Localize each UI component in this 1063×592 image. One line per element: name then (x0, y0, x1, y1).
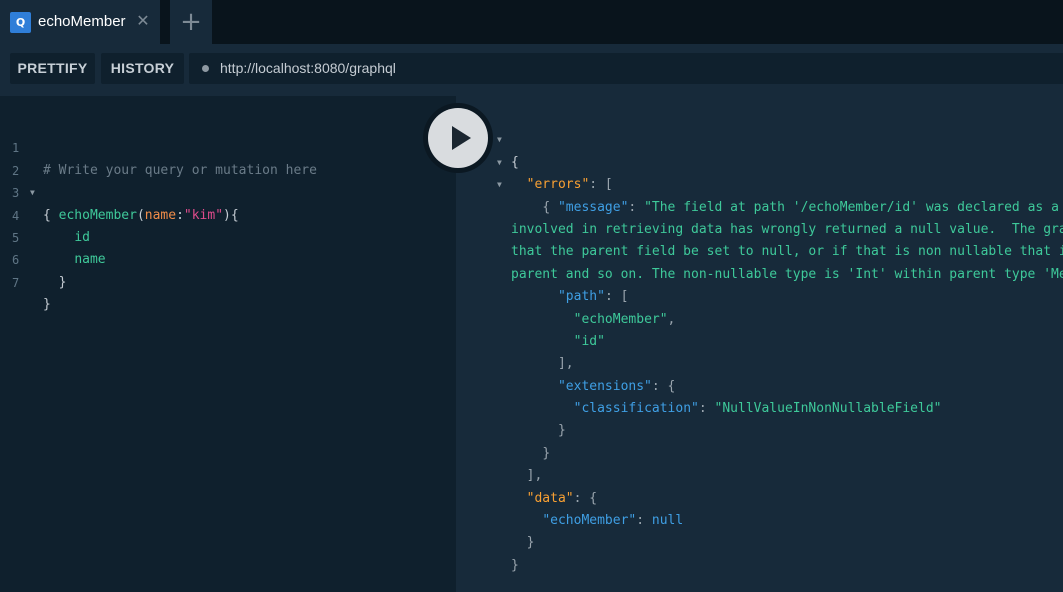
result-line: ], (557, 356, 574, 372)
close-icon[interactable]: ✕ (134, 10, 152, 32)
editor-line: 7 } (0, 249, 456, 312)
tab-echomember[interactable]: Q echoMember ✕ (0, 0, 160, 44)
result-line: } (511, 557, 519, 573)
result-line: } (557, 423, 566, 439)
editor-line: 6 } (0, 227, 456, 289)
result-viewer: ▼ { ▼ "errors": [ ▼ { "message": "The fi… (456, 96, 1063, 592)
editor-line: 1 # Write your query or mutation here (0, 115, 456, 177)
editor-line: 5 name (0, 205, 456, 267)
tab-title: echoMember (38, 13, 126, 30)
result-line: } (542, 445, 551, 461)
result-line: that the parent field be set to null, or… (456, 219, 1063, 259)
status-dot-icon (202, 65, 209, 72)
result-line: ▼ { (456, 152, 1063, 214)
result-line: ], (526, 468, 543, 484)
result-line: "id" (456, 309, 1063, 349)
result-line: "path": [ (557, 289, 629, 305)
query-editor[interactable]: 1 # Write your query or mutation here 2 … (0, 96, 456, 592)
add-tab-button[interactable]: + (170, 0, 212, 44)
result-line: "data": { (526, 490, 598, 506)
history-button[interactable]: HISTORY (101, 53, 184, 84)
result-line: "extensions": { (557, 378, 676, 394)
endpoint-url[interactable]: http://localhost:8080/graphql (220, 53, 396, 84)
line-number: 7 (12, 275, 20, 290)
tab-bar: Q echoMember ✕ + (0, 0, 1063, 44)
result-line: } (526, 535, 535, 551)
close-brace: } (58, 274, 67, 290)
toolbar: PRETTIFY HISTORY http://localhost:8080/g… (0, 44, 1063, 96)
result-line: ▼ { (456, 107, 1063, 169)
endpoint-url-bar[interactable]: http://localhost:8080/graphql (189, 53, 1063, 84)
editor-line: 2 ▼ { (0, 137, 456, 223)
query-badge-icon: Q (10, 12, 31, 33)
editor-line: 4 id (0, 182, 456, 245)
close-brace: } (43, 297, 51, 313)
result-line: "classification": "NullValueInNonNullabl… (573, 401, 942, 417)
result-line: ▼ "errors": [ (456, 129, 1063, 192)
result-line: involved in retrieving data has wrongly … (456, 197, 1063, 237)
execute-query-button[interactable] (423, 103, 493, 173)
result-line: "message": "The field at path '/echoMemb… (456, 174, 1063, 215)
result-line: "echoMember": null (542, 513, 684, 529)
prettify-button[interactable]: PRETTIFY (10, 53, 95, 84)
result-line: "echoMember", (573, 311, 676, 327)
editor-line: 3 echoMember(name:"kim"){ (0, 160, 456, 222)
play-icon (452, 126, 471, 150)
result-line: parent and so on. The non-nullable type … (456, 241, 1063, 282)
